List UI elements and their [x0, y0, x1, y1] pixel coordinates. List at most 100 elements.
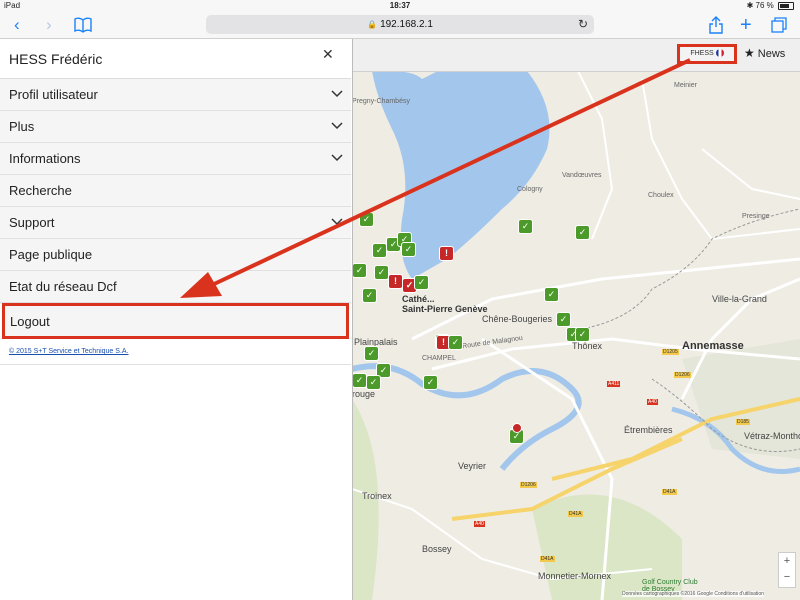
share-icon[interactable]: [709, 15, 723, 39]
news-label: News: [757, 48, 786, 60]
bookmarks-icon[interactable]: [74, 15, 92, 38]
reload-icon[interactable]: ↻: [578, 15, 588, 34]
station-marker-ok[interactable]: ✓: [364, 346, 379, 361]
lock-icon: 🔒: [367, 20, 378, 29]
menu-item-profil[interactable]: Profil utilisateur: [0, 79, 351, 111]
bluetooth-icon: ✱: [746, 1, 754, 10]
menu-item-label: Profil utilisateur: [9, 87, 98, 102]
forward-icon[interactable]: ›: [46, 15, 52, 35]
road-badge: D185: [736, 419, 750, 425]
map-pin-icon[interactable]: [512, 423, 522, 433]
map-label-pregny: Pregny-Chambésy: [352, 98, 410, 105]
zoom-out-button[interactable]: −: [779, 569, 795, 585]
menu-item-plus[interactable]: Plus: [0, 111, 351, 143]
back-icon[interactable]: ‹: [14, 15, 20, 35]
user-menu-button[interactable]: FHESS: [677, 44, 737, 64]
url-text: 192.168.2.1: [380, 19, 433, 30]
station-marker-ok[interactable]: ✓: [575, 225, 590, 240]
menu-user-name: HESS Frédéric: [9, 51, 103, 67]
chevron-down-icon: [331, 90, 343, 98]
station-marker-alert[interactable]: !: [388, 274, 403, 289]
ios-status-bar: iPad 18:37 ✱ 76 %: [0, 0, 800, 12]
station-marker-alert[interactable]: !: [439, 246, 454, 261]
status-time: 18:37: [389, 1, 411, 10]
menu-item-label: Etat du réseau Dcf: [9, 279, 117, 294]
news-button[interactable]: ★ News: [744, 46, 785, 60]
road-badge: A411: [607, 381, 621, 387]
menu-item-recherche[interactable]: Recherche: [0, 175, 351, 207]
zoom-control: + −: [778, 552, 796, 588]
map-label-monnetier: Monnetier-Mornex: [538, 571, 612, 581]
map-label-bossey: Bossey: [422, 544, 452, 554]
chevron-down-icon: [331, 218, 343, 226]
map-label-ville-la-grand: Ville-la-Grand: [712, 294, 767, 304]
app-header: FHESS ★ News: [352, 39, 800, 72]
chevron-down-icon: [331, 122, 343, 130]
station-marker-ok[interactable]: ✓: [414, 275, 429, 290]
station-marker-ok[interactable]: ✓: [544, 287, 559, 302]
zoom-in-button[interactable]: +: [779, 553, 795, 569]
station-marker-ok[interactable]: ✓: [401, 242, 416, 257]
star-icon: ★: [744, 46, 755, 60]
side-menu: HESS Frédéric ✕ Profil utilisateur Plus …: [0, 39, 353, 600]
road-badge: D41A: [568, 511, 583, 517]
close-icon[interactable]: ✕: [322, 46, 334, 63]
map-attribution[interactable]: Données cartographiques ©2016 Google Con…: [622, 591, 764, 597]
map-label-presinge: Presinge: [742, 213, 770, 220]
road-badge: A40: [647, 399, 658, 405]
menu-item-label: Recherche: [9, 183, 72, 198]
station-marker-ok[interactable]: ✓: [518, 219, 533, 234]
french-flag-icon: [715, 49, 724, 58]
menu-item-label: Page publique: [9, 247, 93, 262]
station-marker-ok[interactable]: ✓: [359, 212, 374, 227]
user-label: FHESS: [690, 50, 714, 57]
status-right: ✱ 76 %: [747, 1, 794, 10]
road-badge: D1205: [662, 349, 679, 355]
battery-percent: 76 %: [755, 1, 774, 10]
station-marker-ok[interactable]: ✓: [372, 243, 387, 258]
road-badge: D41A: [662, 489, 677, 495]
map-label-choulex: Choulex: [648, 192, 674, 199]
address-bar[interactable]: 🔒 192.168.2.1 ↻: [206, 15, 594, 34]
menu-divider: [0, 364, 351, 365]
battery-icon: [778, 1, 794, 10]
road-badge: D41A: [540, 556, 555, 562]
map-label-carouge: rouge: [352, 389, 376, 399]
station-marker-ok[interactable]: ✓: [556, 312, 571, 327]
menu-item-informations[interactable]: Informations: [0, 143, 351, 175]
station-marker-ok[interactable]: ✓: [448, 335, 463, 350]
chevron-down-icon: [331, 154, 343, 162]
browser-toolbar: ‹ › 🔒 192.168.2.1 ↻ +: [0, 12, 800, 39]
map-label-meinier: Meinier: [674, 82, 697, 89]
map-label-annemasse: Annemasse: [682, 340, 744, 352]
menu-header: HESS Frédéric ✕: [0, 39, 351, 79]
new-tab-icon[interactable]: +: [740, 15, 752, 35]
menu-item-support[interactable]: Support: [0, 207, 351, 239]
station-marker-ok[interactable]: ✓: [352, 373, 367, 388]
map-label-vetraz: Vétraz-Monthoux: [744, 431, 800, 441]
station-marker-ok[interactable]: ✓: [366, 375, 381, 390]
tabs-icon[interactable]: [771, 15, 787, 38]
map-label-chene-bougeries: Chêne-Bougeries: [482, 314, 553, 324]
copyright-link[interactable]: © 2015 S+T Service et Technique S.A.: [9, 348, 129, 355]
road-badge: D1206: [520, 482, 537, 488]
station-marker-ok[interactable]: ✓: [575, 327, 590, 342]
menu-item-etat-reseau[interactable]: Etat du réseau Dcf: [0, 271, 351, 303]
station-marker-ok[interactable]: ✓: [374, 265, 389, 280]
map-label-saint-pierre: Cathé... Saint-Pierre Genève: [402, 294, 488, 314]
map-label-etrembieres: Étrembières: [624, 425, 673, 435]
station-marker-ok[interactable]: ✓: [362, 288, 377, 303]
road-badge: D1206: [674, 372, 691, 378]
map-label-veyrier: Veyrier: [458, 461, 487, 471]
station-marker-ok[interactable]: ✓: [423, 375, 438, 390]
map-view[interactable]: Pregny-Chambésy Meinier Cologny Vandœuvr…: [352, 39, 800, 600]
logout-label: Logout: [10, 314, 50, 329]
station-marker-ok[interactable]: ✓: [352, 263, 367, 278]
logout-button[interactable]: Logout: [2, 303, 349, 339]
map-label-vandoeuvres: Vandœuvres: [562, 172, 602, 179]
road-badge: A40: [474, 521, 485, 527]
map-label-cologny: Cologny: [517, 186, 543, 193]
map-label-troinex: Troinex: [362, 491, 392, 501]
menu-item-page-publique[interactable]: Page publique: [0, 239, 351, 271]
menu-item-label: Support: [9, 215, 55, 230]
